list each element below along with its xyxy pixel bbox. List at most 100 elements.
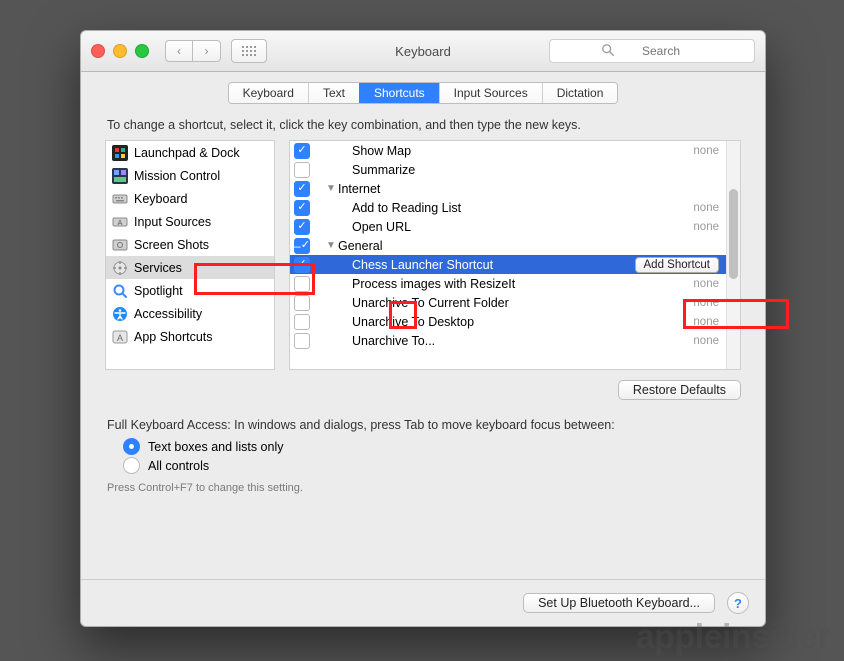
screenshot-icon (112, 237, 128, 253)
service-shortcut: none (693, 221, 719, 233)
forward-button[interactable]: › (193, 40, 221, 62)
service-label: Summarize (352, 163, 415, 177)
service-checkbox[interactable] (294, 257, 310, 273)
restore-defaults-button[interactable]: Restore Defaults (618, 380, 741, 400)
svg-text:A: A (117, 333, 123, 343)
service-checkbox[interactable] (294, 333, 310, 349)
service-checkbox[interactable] (294, 200, 310, 216)
service-checkbox[interactable] (294, 276, 310, 292)
sidebar-item-label: Mission Control (134, 169, 220, 183)
tab-input-sources[interactable]: Input Sources (439, 83, 542, 103)
sidebar-item-services[interactable]: Services (106, 256, 274, 279)
appshort-icon: A (112, 329, 128, 345)
sidebar-item-label: Services (134, 261, 182, 275)
service-shortcut: none (693, 145, 719, 157)
sidebar-item-label: Spotlight (134, 284, 183, 298)
sidebar-item-keyboard[interactable]: Keyboard (106, 187, 274, 210)
service-label: Chess Launcher Shortcut (352, 258, 493, 272)
show-all-button[interactable] (231, 39, 267, 63)
preferences-window: ‹ › Keyboard KeyboardTextShortcutsInput … (80, 30, 766, 627)
service-label: Internet (338, 182, 380, 196)
search-field-wrap (549, 39, 755, 63)
radio-text-boxes[interactable] (123, 438, 140, 455)
sidebar-item-spotlight[interactable]: Spotlight (106, 279, 274, 302)
sidebar-item-input-sources[interactable]: AInput Sources (106, 210, 274, 233)
service-item[interactable]: Show Map none (290, 141, 727, 160)
service-shortcut: none (693, 297, 719, 309)
service-shortcut: none (693, 278, 719, 290)
service-label: Unarchive To... (352, 334, 435, 348)
tab-keyboard[interactable]: Keyboard (229, 83, 308, 103)
disclosure-triangle-icon[interactable]: ▼ (326, 240, 336, 251)
service-item[interactable]: Chess Launcher Shortcut Add Shortcut (290, 255, 727, 274)
service-item[interactable]: Open URLnone (290, 217, 727, 236)
search-input[interactable] (549, 39, 755, 63)
service-group[interactable]: ▼Internet (290, 179, 727, 198)
tab-dictation[interactable]: Dictation (542, 83, 618, 103)
service-item[interactable]: Unarchive To Desktopnone (290, 312, 727, 331)
sidebar-item-app-shortcuts[interactable]: A App Shortcuts (106, 325, 274, 348)
window-controls (91, 44, 149, 58)
shortcuts-panel: To change a shortcut, select it, click t… (105, 114, 741, 494)
service-item[interactable]: Process images with ResizeIt none (290, 274, 727, 293)
service-item[interactable]: Unarchive To Current Folder none (290, 293, 727, 312)
service-group[interactable]: –▼General (290, 236, 727, 255)
service-checkbox[interactable] (294, 295, 310, 311)
sidebar-item-label: Screen Shots (134, 238, 209, 252)
tabs: KeyboardTextShortcutsInput SourcesDictat… (228, 82, 619, 104)
service-item[interactable]: Summarize (290, 160, 727, 179)
disclosure-triangle-icon[interactable]: ▼ (326, 183, 336, 194)
input-icon: A (112, 214, 128, 230)
svg-text:A: A (118, 220, 123, 227)
service-shortcut: none (693, 316, 719, 328)
service-checkbox[interactable] (294, 314, 310, 330)
sidebar-item-label: Accessibility (134, 307, 202, 321)
tabs-row: KeyboardTextShortcutsInput SourcesDictat… (81, 72, 765, 112)
service-shortcut: none (693, 335, 719, 347)
tab-text[interactable]: Text (308, 83, 359, 103)
sidebar-item-mission-control[interactable]: Mission Control (106, 164, 274, 187)
minimize-icon[interactable] (113, 44, 127, 58)
service-label: Add to Reading List (352, 201, 461, 215)
category-sidebar[interactable]: Launchpad & Dock Mission Control Keyboard A… (105, 140, 275, 370)
titlebar: ‹ › Keyboard (81, 31, 765, 72)
accessibility-icon (112, 306, 128, 322)
nav-buttons: ‹ › (165, 40, 221, 62)
keyboard-icon (112, 191, 128, 207)
sidebar-item-label: App Shortcuts (134, 330, 213, 344)
scrollbar-thumb[interactable] (729, 189, 738, 279)
service-label: Process images with ResizeIt (352, 277, 515, 291)
service-item[interactable]: Add to Reading List none (290, 198, 727, 217)
radio-all-controls[interactable] (123, 457, 140, 474)
add-shortcut-button[interactable]: Add Shortcut (635, 257, 719, 273)
radio-all-controls-label: All controls (148, 459, 209, 473)
watermark: appleinsider (636, 618, 830, 657)
instruction-text: To change a shortcut, select it, click t… (107, 118, 741, 132)
launchpad-icon (112, 145, 128, 161)
full-keyboard-access-heading: Full Keyboard Access: In windows and dia… (107, 418, 741, 432)
sidebar-item-label: Keyboard (134, 192, 188, 206)
service-shortcut: none (693, 202, 719, 214)
tab-shortcuts[interactable]: Shortcuts (359, 83, 439, 103)
sidebar-item-launchpad-dock[interactable]: Launchpad & Dock (106, 141, 274, 164)
zoom-icon[interactable] (135, 44, 149, 58)
back-button[interactable]: ‹ (165, 40, 193, 62)
service-label: Show Map (352, 144, 411, 158)
bluetooth-setup-button[interactable]: Set Up Bluetooth Keyboard... (523, 593, 715, 613)
scrollbar-track[interactable] (726, 141, 740, 369)
help-button[interactable]: ? (727, 592, 749, 614)
service-label: Unarchive To Current Folder (352, 296, 509, 310)
sidebar-item-accessibility[interactable]: Accessibility (106, 302, 274, 325)
service-checkbox[interactable] (294, 162, 310, 178)
services-icon (112, 260, 128, 276)
service-checkbox[interactable] (294, 181, 310, 197)
service-checkbox[interactable] (294, 219, 310, 235)
spotlight-icon (112, 283, 128, 299)
close-icon[interactable] (91, 44, 105, 58)
sidebar-item-screen-shots[interactable]: Screen Shots (106, 233, 274, 256)
service-item[interactable]: Unarchive To... none (290, 331, 727, 350)
service-checkbox[interactable]: – (294, 238, 310, 254)
service-checkbox[interactable] (294, 143, 310, 159)
sidebar-item-label: Launchpad & Dock (134, 146, 240, 160)
services-list[interactable]: Show MapnoneSummarize▼InternetAdd to Rea… (289, 140, 741, 370)
